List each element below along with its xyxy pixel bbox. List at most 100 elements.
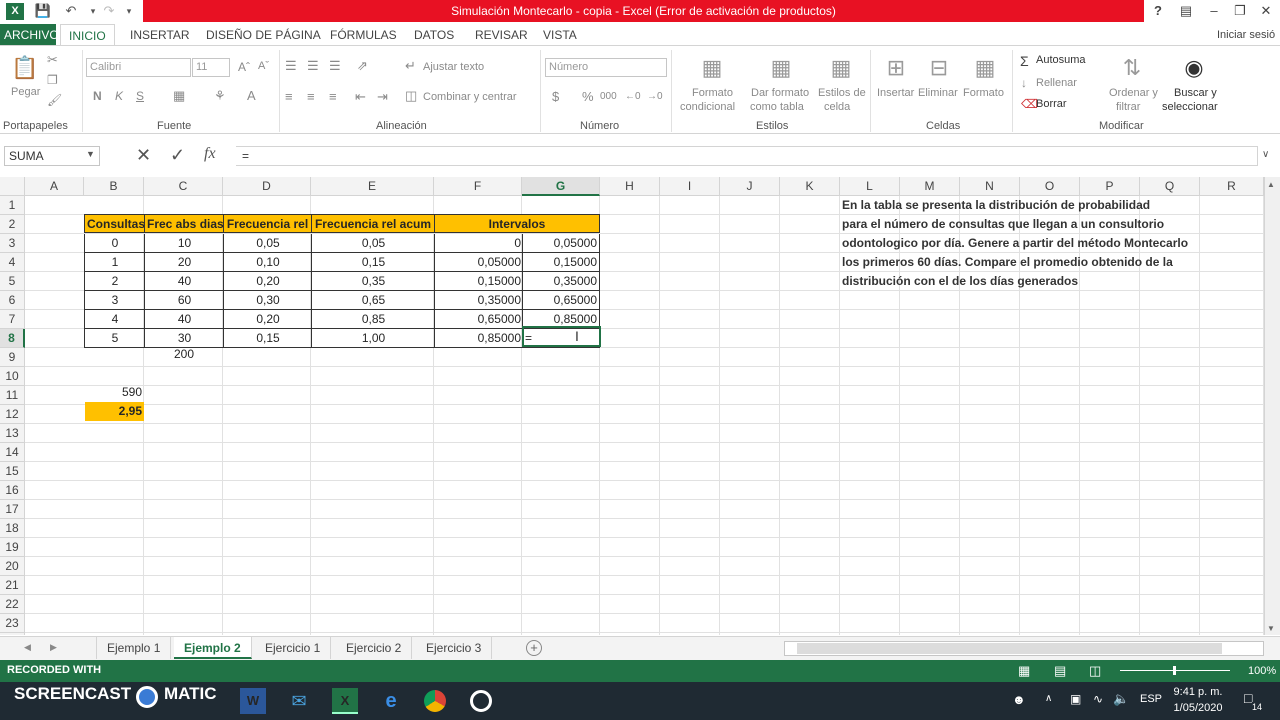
normal-view-icon[interactable]: ▦ (1018, 663, 1030, 679)
redo-icon[interactable]: ↷ (100, 2, 118, 20)
sheet-tab-ejemplo-1[interactable]: Ejemplo 1 (96, 637, 172, 659)
mail-app-icon[interactable]: ✉ (286, 688, 312, 714)
column-header-q[interactable]: Q (1140, 177, 1200, 196)
table-cell-r8-c4[interactable]: 1,00 (311, 329, 435, 348)
table-cell-r8-c5[interactable]: 0,85000 (434, 329, 523, 348)
undo-icon[interactable]: ↶ (62, 2, 80, 20)
column-header-p[interactable]: P (1080, 177, 1140, 196)
delete-cells-icon[interactable]: ⊟ (923, 52, 955, 84)
wifi-icon[interactable]: ∿ (1093, 692, 1103, 706)
row-header-1[interactable]: 1 (0, 196, 25, 215)
expand-formula-icon[interactable]: ∨ (1262, 149, 1269, 160)
align-center-icon[interactable]: ≡ (307, 89, 315, 104)
table-cell-r6-c1[interactable]: 3 (84, 291, 145, 310)
minimize-button[interactable]: – (1202, 2, 1226, 20)
table-format-label-2[interactable]: como tabla (750, 101, 804, 113)
wrap-text-button[interactable]: Ajustar texto (423, 61, 484, 73)
table-cell-r6-c5[interactable]: 0,35000 (434, 291, 523, 310)
decrease-decimal-icon[interactable]: →0 (647, 91, 663, 102)
table-cell-r5-c6[interactable]: 0,35000 (522, 272, 600, 291)
align-left-icon[interactable]: ≡ (285, 89, 293, 104)
column-header-i[interactable]: I (660, 177, 720, 196)
scroll-up-icon[interactable]: ▲ (1267, 180, 1275, 189)
row-header-4[interactable]: 4 (0, 253, 25, 272)
column-header-c[interactable]: C (144, 177, 223, 196)
cut-icon[interactable]: ✂ (47, 52, 58, 68)
table-cell-r7-c4[interactable]: 0,85 (311, 310, 435, 329)
find-select-icon[interactable]: ◉ (1178, 52, 1210, 84)
tab-formulas[interactable]: FÓRMULAS (322, 24, 405, 46)
next-sheet-icon[interactable]: ▶ (50, 642, 57, 653)
column-header-a[interactable]: A (25, 177, 84, 196)
table-cell-r3-c2[interactable]: 10 (144, 234, 224, 253)
cell-b11[interactable]: 590 (85, 383, 144, 402)
vertical-scrollbar[interactable] (1264, 177, 1280, 635)
cell-styles-icon[interactable]: ▦ (825, 52, 857, 84)
paste-icon[interactable]: 📋 (9, 52, 41, 84)
align-bottom-icon[interactable]: ☰ (329, 58, 341, 74)
row-header-14[interactable]: 14 (0, 443, 25, 462)
table-cell-r8-c3[interactable]: 0,15 (223, 329, 312, 348)
scroll-down-icon[interactable]: ▼ (1267, 624, 1275, 633)
note-line[interactable]: para el número de consultas que llegan a… (842, 215, 1164, 234)
sort-filter-icon[interactable]: ⇅ (1116, 52, 1148, 84)
sheet-tab-ejercicio-2[interactable]: Ejercicio 2 (336, 637, 413, 659)
grow-font-icon[interactable]: Aˆ (238, 60, 250, 74)
table-cell-r4-c1[interactable]: 1 (84, 253, 145, 272)
merge-center-icon[interactable]: ◫ (405, 88, 417, 104)
row-header-20[interactable]: 20 (0, 557, 25, 576)
header-frec-rel[interactable]: Frecuencia rel (223, 214, 312, 233)
sort-label-2[interactable]: filtrar (1116, 101, 1140, 113)
table-cell-r4-c6[interactable]: 0,15000 (522, 253, 600, 272)
name-box-dropdown-icon[interactable]: ▼ (86, 149, 95, 159)
column-header-b[interactable]: B (84, 177, 144, 196)
close-button[interactable]: ✕ (1254, 2, 1278, 20)
table-cell-r7-c3[interactable]: 0,20 (223, 310, 312, 329)
page-break-icon[interactable]: ◫ (1089, 663, 1101, 679)
table-cell-r7-c5[interactable]: 0,65000 (434, 310, 523, 329)
tab-archivo[interactable]: ARCHIVO (0, 24, 59, 46)
column-header-d[interactable]: D (223, 177, 311, 196)
worksheet-grid[interactable]: ABCDEFGHIJKLMNOPQR 1 2 3 4 5 6 7 8 9 10 11 12 13 14 15… (0, 177, 1264, 635)
table-cell-r8-c1[interactable]: 5 (84, 329, 145, 348)
cell-b12[interactable]: 2,95 (85, 402, 144, 421)
zoom-level[interactable]: 100% (1248, 665, 1276, 677)
align-middle-icon[interactable]: ☰ (307, 58, 319, 74)
help-button[interactable]: ? (1146, 2, 1170, 20)
note-line[interactable]: odontologico por día. Genere a partir de… (842, 234, 1188, 253)
orientation-icon[interactable]: ⇗ (357, 58, 368, 74)
row-header-7[interactable]: 7 (0, 310, 25, 329)
cell-styles-label-1[interactable]: Estilos de (818, 87, 866, 99)
find-label-2[interactable]: seleccionar (1162, 101, 1218, 113)
conditional-format-icon[interactable]: ▦ (696, 52, 728, 84)
sheet-tab-ejercicio-3[interactable]: Ejercicio 3 (416, 637, 493, 659)
italic-button[interactable]: K (115, 89, 123, 103)
fill-color-icon[interactable]: ⚘ (214, 88, 226, 104)
table-cell-r5-c5[interactable]: 0,15000 (434, 272, 523, 291)
format-table-icon[interactable]: ▦ (765, 52, 797, 84)
row-header-11[interactable]: 11 (0, 386, 25, 405)
table-cell-r4-c5[interactable]: 0,05000 (434, 253, 523, 272)
clock-date[interactable]: 1/05/2020 (1172, 702, 1224, 714)
table-cell-r6-c2[interactable]: 60 (144, 291, 224, 310)
tab-revisar[interactable]: REVISAR (467, 24, 536, 46)
cell-styles-label-2[interactable]: celda (824, 101, 850, 113)
people-icon[interactable]: ☻ (1012, 692, 1026, 707)
fill-button[interactable]: Rellenar (1036, 77, 1077, 89)
insert-cells-icon[interactable]: ⊞ (880, 52, 912, 84)
table-cell-r5-c2[interactable]: 40 (144, 272, 224, 291)
font-name-select[interactable]: Calibri (86, 58, 191, 77)
column-header-n[interactable]: N (960, 177, 1020, 196)
header-frec-abs[interactable]: Frec abs dias (144, 214, 224, 233)
table-cell-r7-c2[interactable]: 40 (144, 310, 224, 329)
select-all-corner[interactable] (0, 177, 25, 196)
signin-link[interactable]: Iniciar sesió (1217, 24, 1275, 46)
paste-label[interactable]: Pegar (11, 86, 40, 98)
row-header-5[interactable]: 5 (0, 272, 25, 291)
table-cell-r6-c4[interactable]: 0,65 (311, 291, 435, 310)
table-cell-r5-c1[interactable]: 2 (84, 272, 145, 291)
thousands-button[interactable]: 000 (600, 91, 617, 102)
table-cell-r4-c2[interactable]: 20 (144, 253, 224, 272)
percent-button[interactable]: % (582, 89, 594, 104)
cond-format-label-2[interactable]: condicional (680, 101, 735, 113)
